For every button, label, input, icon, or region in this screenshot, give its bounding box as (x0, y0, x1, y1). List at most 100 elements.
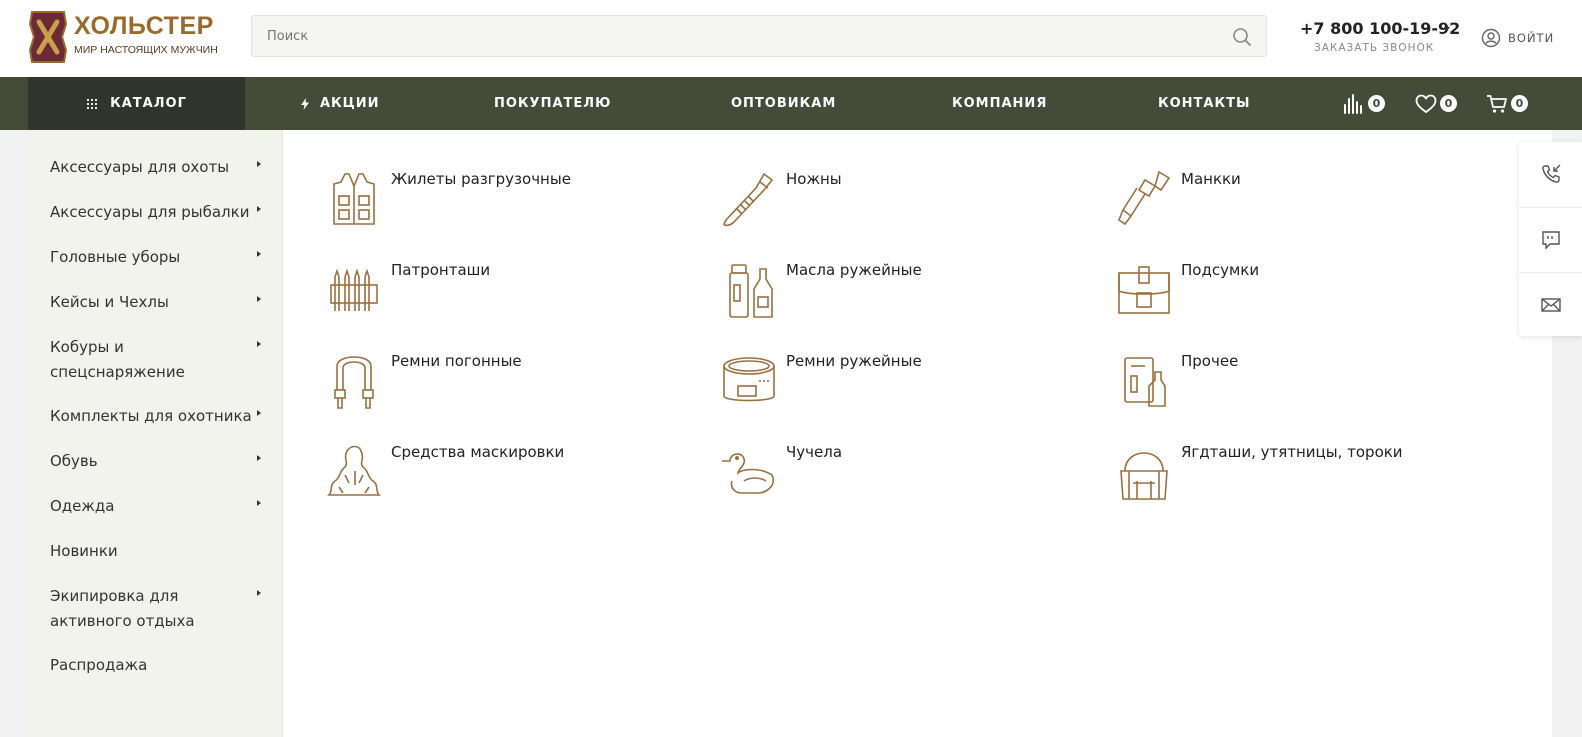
favorites-count-badge: 0 (1440, 95, 1457, 112)
category-item[interactable]: Ремни погонные (325, 350, 705, 430)
phone-dropdown-icon[interactable] (1444, 27, 1450, 31)
grid-icon (87, 98, 98, 109)
category-label: Манкки (1181, 170, 1241, 188)
sidebar-item-label: Обувь (50, 452, 98, 470)
sidebar-item-label: Новинки (50, 542, 118, 560)
nav-item-contacts[interactable]: КОНТАКТЫ (1158, 77, 1250, 130)
search-box (251, 15, 1267, 57)
category-item[interactable]: Подсумки (1115, 259, 1495, 339)
vest-icon (333, 173, 375, 225)
nav-item-label: ОПТОВИКАМ (731, 96, 837, 111)
chevron-right-icon (257, 341, 261, 347)
phone-number[interactable]: +7 800 100-19-92 (1300, 19, 1460, 38)
catalog-dropdown: Аксессуары для охоты Аксессуары для рыба… (28, 130, 1552, 737)
category-item[interactable]: Масла ружейные (720, 259, 1100, 339)
category-label: Ножны (786, 170, 842, 188)
callback-link[interactable]: ЗАКАЗАТЬ ЗВОНОК (1314, 42, 1434, 54)
callback-button[interactable] (1519, 142, 1582, 206)
compare-count-badge: 0 (1368, 95, 1385, 112)
sidebar-item[interactable]: Кейсы и Чехлы (50, 290, 270, 315)
category-item[interactable]: Манкки (1115, 168, 1495, 248)
sidebar-item[interactable]: Комплекты для охотника (50, 404, 270, 429)
chevron-right-icon (257, 296, 261, 302)
user-icon (1481, 28, 1501, 48)
nav-item-promotions[interactable]: АКЦИИ (300, 77, 380, 130)
catalog-sidebar: Аксессуары для охоты Аксессуары для рыба… (28, 130, 283, 737)
sidebar-item-label: Аксессуары для рыбалки (50, 203, 250, 221)
game-bag-icon (1120, 452, 1168, 500)
misc-icon (1124, 357, 1166, 407)
chevron-right-icon (257, 161, 261, 167)
sidebar-item-label: Кейсы и Чехлы (50, 293, 169, 311)
category-item[interactable]: Средства маскировки (325, 441, 705, 521)
sidebar-item[interactable]: Аксессуары для охоты (50, 155, 270, 180)
sidebar-item-label: Комплекты для охотника (50, 407, 252, 425)
chevron-right-icon (257, 251, 261, 257)
sidebar-item-label: Аксессуары для охоты (50, 158, 230, 176)
knife-sheath-icon (723, 172, 774, 227)
top-bar: ХОЛЬСТЕР МИР НАСТОЯЩИХ МУЖЧИН +7 800 100… (0, 0, 1582, 77)
nav-item-label: АКЦИИ (320, 96, 380, 111)
category-item[interactable]: Ремни ружейные (720, 350, 1100, 430)
gun-oil-icon (729, 264, 773, 318)
callback-icon (1541, 164, 1560, 183)
category-label: Средства маскировки (391, 443, 565, 461)
rifle-belt-icon (723, 357, 775, 402)
floating-actions (1519, 142, 1582, 336)
pouch-icon (1118, 266, 1170, 314)
sidebar-item-label: Головные уборы (50, 248, 181, 266)
sidebar-item[interactable]: Головные уборы (50, 245, 270, 270)
category-item[interactable]: Ножны (720, 168, 1100, 248)
category-label: Подсумки (1181, 261, 1260, 279)
duck-decoy-icon (722, 453, 775, 494)
sidebar-item[interactable]: Обувь (50, 449, 270, 474)
logo-title: ХОЛЬСТЕР (74, 12, 214, 40)
category-label: Ремни ружейные (786, 352, 922, 370)
chevron-right-icon (257, 500, 261, 506)
nav-item-wholesale[interactable]: ОПТОВИКАМ (731, 77, 836, 130)
category-label: Прочее (1181, 352, 1239, 370)
category-label: Масла ружейные (786, 261, 922, 279)
category-item[interactable]: Прочее (1115, 350, 1495, 430)
nav-item-label: ПОКУПАТЕЛЮ (494, 96, 612, 111)
sidebar-item[interactable]: Аксессуары для рыбалки (50, 200, 270, 225)
nav-item-label: КОНТАКТЫ (1158, 96, 1251, 111)
chat-button[interactable] (1519, 207, 1582, 271)
search-icon[interactable] (1232, 27, 1252, 47)
nav-item-buyers[interactable]: ПОКУПАТЕЛЮ (494, 77, 611, 130)
chevron-right-icon (257, 206, 261, 212)
cart-button[interactable]: 0 (1486, 77, 1528, 130)
sidebar-item[interactable]: Распродажа (50, 653, 270, 678)
sidebar-item-label: Кобуры и спецснаряжение (50, 338, 185, 381)
nav-catalog[interactable]: КАТАЛОГ (28, 77, 245, 130)
sidebar-item[interactable]: Новинки (50, 539, 270, 564)
mail-icon (1540, 297, 1561, 312)
category-item[interactable]: Чучела (720, 441, 1100, 521)
compare-button[interactable]: 0 (1343, 77, 1385, 130)
logo[interactable]: ХОЛЬСТЕР МИР НАСТОЯЩИХ МУЖЧИН (28, 8, 228, 66)
chevron-right-icon (257, 590, 261, 596)
favorites-button[interactable]: 0 (1415, 77, 1457, 130)
category-item[interactable]: Патронташи (325, 259, 705, 339)
category-label: Жилеты разгрузочные (391, 170, 571, 188)
login-button[interactable]: ВОЙТИ (1481, 27, 1554, 49)
nav-item-label: КОМПАНИЯ (952, 96, 1048, 111)
lightning-icon (301, 97, 309, 110)
category-item[interactable]: Ягдташи, утятницы, тороки (1115, 441, 1495, 521)
category-label: Ягдташи, утятницы, тороки (1181, 443, 1403, 461)
category-label: Ремни погонные (391, 352, 522, 370)
sidebar-item[interactable]: Одежда (50, 494, 270, 519)
mail-button[interactable] (1519, 272, 1582, 336)
sidebar-item[interactable]: Кобуры и спецснаряжение (50, 335, 220, 385)
sling-icon (334, 356, 374, 409)
cartridge-belt-icon (330, 268, 378, 311)
sidebar-item-label: Одежда (50, 497, 115, 515)
game-call-icon (1118, 170, 1171, 226)
camouflage-icon (327, 445, 381, 496)
nav-item-company[interactable]: КОМПАНИЯ (952, 77, 1047, 130)
search-input[interactable] (267, 16, 1207, 56)
compare-icon (1344, 93, 1362, 114)
category-item[interactable]: Жилеты разгрузочные (325, 168, 705, 248)
sidebar-item[interactable]: Экипировка для активного отдыха (50, 584, 220, 634)
logo-subtitle: МИР НАСТОЯЩИХ МУЖЧИН (74, 44, 218, 56)
